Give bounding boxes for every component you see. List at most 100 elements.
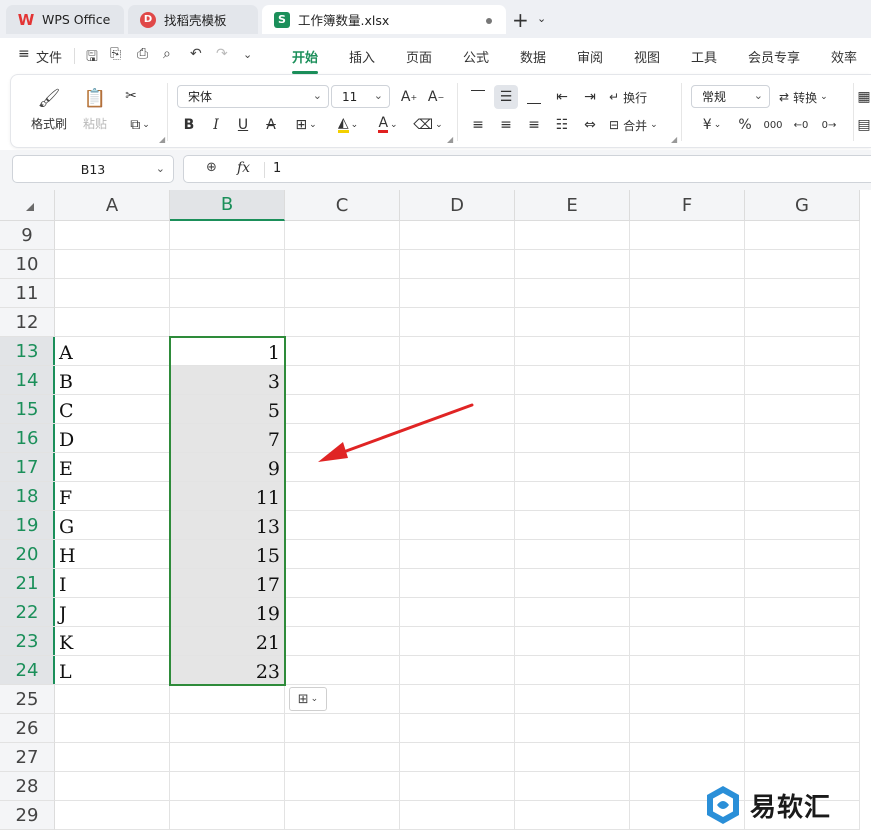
cell-c27[interactable] [285, 743, 400, 772]
menu-tab-home[interactable]: 开始 [292, 47, 319, 74]
row-header-14[interactable]: 14 [0, 366, 55, 395]
table-style-icon[interactable]: ▦ [857, 85, 871, 109]
cell-e24[interactable] [515, 656, 630, 685]
font-name-select[interactable]: 宋体 ⌄ [177, 85, 329, 108]
row-header-19[interactable]: 19 [0, 511, 55, 540]
row-header-27[interactable]: 27 [0, 743, 55, 772]
row-header-13[interactable]: 13 [0, 337, 55, 366]
cell-a12[interactable] [55, 308, 170, 337]
cell-d11[interactable] [400, 279, 515, 308]
underline-icon[interactable]: U [231, 113, 255, 137]
cell-a26[interactable] [55, 714, 170, 743]
cell-a16[interactable]: D [55, 424, 170, 453]
column-header-a[interactable]: A [55, 190, 170, 221]
tab-list-chevron-icon[interactable]: ⌄ [537, 12, 546, 25]
cell-a21[interactable]: I [55, 569, 170, 598]
row-header-18[interactable]: 18 [0, 482, 55, 511]
row-header-23[interactable]: 23 [0, 627, 55, 656]
cell-b15[interactable]: 5 [170, 395, 285, 424]
cell-c13[interactable] [285, 337, 400, 366]
menu-tab-review[interactable]: 审阅 [577, 47, 603, 66]
menu-tab-member[interactable]: 会员专享 [748, 47, 800, 66]
cell-d22[interactable] [400, 598, 515, 627]
cell-b9[interactable] [170, 221, 285, 250]
cell-b18[interactable]: 11 [170, 482, 285, 511]
menu-tab-insert[interactable]: 插入 [349, 47, 375, 66]
tab-workbook[interactable]: S 工作簿数量.xlsx [262, 5, 506, 34]
select-all-corner[interactable] [0, 190, 55, 221]
align-bottom-icon[interactable]: ⎽ [522, 85, 546, 109]
cell-f24[interactable] [630, 656, 745, 685]
cell-b13[interactable]: 1 [170, 337, 285, 366]
row-header-25[interactable]: 25 [0, 685, 55, 714]
cell-e19[interactable] [515, 511, 630, 540]
cell-b28[interactable] [170, 772, 285, 801]
cell-b27[interactable] [170, 743, 285, 772]
cell-c12[interactable] [285, 308, 400, 337]
tab-docer-templates[interactable]: D 找稻壳模板 [128, 5, 258, 34]
increase-decimal-icon[interactable]: ←0 [789, 113, 813, 137]
merge-cells-button[interactable]: ⊟ 合并 ⌄ [609, 113, 658, 137]
cell-b26[interactable] [170, 714, 285, 743]
cell-f9[interactable] [630, 221, 745, 250]
menu-tab-page[interactable]: 页面 [406, 47, 432, 66]
cell-f10[interactable] [630, 250, 745, 279]
cell-d15[interactable] [400, 395, 515, 424]
cell-e25[interactable] [515, 685, 630, 714]
cell-f14[interactable] [630, 366, 745, 395]
cell-g27[interactable] [745, 743, 860, 772]
cell-g20[interactable] [745, 540, 860, 569]
cell-g17[interactable] [745, 453, 860, 482]
align-top-icon[interactable]: ⎺ [466, 85, 490, 109]
cell-a13[interactable]: A [55, 337, 170, 366]
cell-d19[interactable] [400, 511, 515, 540]
cell-d17[interactable] [400, 453, 515, 482]
cell-g16[interactable] [745, 424, 860, 453]
cell-e10[interactable] [515, 250, 630, 279]
cell-f15[interactable] [630, 395, 745, 424]
cell-d21[interactable] [400, 569, 515, 598]
decrease-decimal-icon[interactable]: 0→ [817, 113, 841, 137]
cell-f20[interactable] [630, 540, 745, 569]
cell-e9[interactable] [515, 221, 630, 250]
cell-c9[interactable] [285, 221, 400, 250]
menu-tab-data[interactable]: 数据 [520, 47, 546, 66]
cell-f25[interactable] [630, 685, 745, 714]
cell-d18[interactable] [400, 482, 515, 511]
row-header-11[interactable]: 11 [0, 279, 55, 308]
cell-a18[interactable]: F [55, 482, 170, 511]
align-right-icon[interactable]: ≡ [522, 113, 546, 137]
cell-g21[interactable] [745, 569, 860, 598]
cell-e23[interactable] [515, 627, 630, 656]
menu-tab-efficiency[interactable]: 效率 [831, 47, 857, 66]
increase-font-size-icon[interactable]: A + [397, 85, 421, 109]
cell-d10[interactable] [400, 250, 515, 279]
quick-access-chevron-icon[interactable]: ⌄ [243, 48, 252, 61]
cell-c16[interactable] [285, 424, 400, 453]
cell-g23[interactable] [745, 627, 860, 656]
cell-a20[interactable]: H [55, 540, 170, 569]
increase-indent-icon[interactable]: ⇥ [578, 85, 602, 109]
print-icon[interactable]: ⎙ [137, 46, 148, 62]
cell-e14[interactable] [515, 366, 630, 395]
fx-icon[interactable]: fx [237, 160, 250, 176]
cell-e17[interactable] [515, 453, 630, 482]
bold-icon[interactable]: B [177, 113, 201, 137]
cell-a15[interactable]: C [55, 395, 170, 424]
cell-g13[interactable] [745, 337, 860, 366]
unsaved-dot-icon[interactable] [486, 18, 492, 24]
cell-c17[interactable] [285, 453, 400, 482]
paste-button[interactable]: 📋 粘贴 [73, 83, 117, 137]
column-header-c[interactable]: C [285, 190, 400, 221]
cell-e20[interactable] [515, 540, 630, 569]
cell-b20[interactable]: 15 [170, 540, 285, 569]
alignment-group-expand-icon[interactable]: ◢ [671, 135, 677, 144]
cell-f22[interactable] [630, 598, 745, 627]
row-header-9[interactable]: 9 [0, 221, 55, 250]
cell-b22[interactable]: 19 [170, 598, 285, 627]
cell-c18[interactable] [285, 482, 400, 511]
font-color-icon[interactable]: A ⌄ [371, 113, 405, 137]
cell-b16[interactable]: 7 [170, 424, 285, 453]
cell-d12[interactable] [400, 308, 515, 337]
row-header-10[interactable]: 10 [0, 250, 55, 279]
